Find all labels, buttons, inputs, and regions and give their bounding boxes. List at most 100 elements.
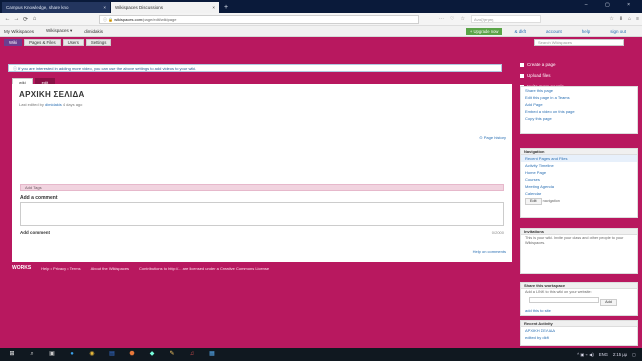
- create-page-action[interactable]: Create a page: [520, 62, 638, 67]
- edit-navigation-button[interactable]: Edit: [525, 198, 542, 205]
- bookmark-icon[interactable]: ♡: [450, 16, 454, 22]
- download-icon[interactable]: ⬇: [619, 16, 623, 22]
- wiki-name-link[interactable]: dimidakis: [84, 29, 103, 34]
- wiki-search-input[interactable]: Search Wikispaces: [534, 39, 624, 46]
- nav-item[interactable]: Courses: [521, 176, 637, 183]
- star-icon[interactable]: ☆: [460, 16, 464, 22]
- notifications-icon[interactable]: ▢: [632, 352, 636, 357]
- system-tray: ^ ▣ ⌁ ◀) ENG 2:15 μμ ▢: [577, 352, 636, 357]
- footer-link[interactable]: About the Wikispaces: [91, 266, 129, 271]
- comment-textarea[interactable]: [20, 202, 504, 226]
- app-icon[interactable]: ◆: [146, 350, 158, 359]
- share-link[interactable]: add this to site: [521, 307, 637, 314]
- url-domain: wikispaces.com: [114, 16, 143, 22]
- browser-tab-label: Campus Knowledge, share kno: [6, 5, 69, 10]
- account-links: & dkft account help sign out: [514, 29, 638, 34]
- url-prefix: ⓘ 🔒: [103, 16, 115, 22]
- search-icon[interactable]: ⌕: [26, 350, 38, 359]
- share-add-button[interactable]: Add: [600, 299, 617, 306]
- window-controls[interactable]: – ▢ ×: [585, 2, 638, 8]
- navigation-panel: Navigation Recent Pages and Files Activi…: [520, 148, 638, 218]
- comment-help-link[interactable]: Help on comments: [473, 249, 506, 254]
- tab-users[interactable]: Users: [62, 39, 84, 46]
- start-icon[interactable]: ⊞: [6, 350, 18, 359]
- my-wikispaces-link[interactable]: My Wikispaces: [4, 29, 34, 34]
- nav-item[interactable]: Recent Pages and Files: [521, 155, 637, 162]
- browser-nav-bar: ← → ⟳ ⌂ ⓘ 🔒 wikispaces.com/page/edit/wik…: [0, 13, 642, 26]
- chrome-icon[interactable]: ◉: [86, 350, 98, 359]
- page-tool[interactable]: Share this page: [521, 87, 637, 94]
- share-row: Add: [521, 296, 637, 307]
- upload-files-action[interactable]: Upload files: [520, 73, 638, 78]
- tab-pages-files[interactable]: Pages & Files: [24, 39, 61, 46]
- page-tool[interactable]: Edit this page in a Teams: [521, 94, 637, 101]
- tray-icons[interactable]: ^ ▣ ⌁ ◀): [577, 352, 594, 357]
- browser-tab-bar: Campus Knowledge, share kno × Wikispaces…: [0, 0, 642, 13]
- recent-item[interactable]: ΑΡΧΙΚΗ ΣΕΛΙΔΑ: [521, 327, 637, 334]
- share-input[interactable]: [529, 297, 599, 303]
- os-taskbar: ⊞ ⌕ ▣ ● ◉ ▤ ⬣ ◆ ✎ ♫ ▦ ^ ▣ ⌁ ◀) ENG 2:15 …: [0, 348, 642, 361]
- author-link[interactable]: dimidakis: [45, 102, 62, 107]
- share-text: Add a LINK to this wiki on your website:: [525, 290, 592, 294]
- nav-edit-hint: navigation: [542, 199, 560, 203]
- tags-label: Add Tags: [25, 185, 42, 190]
- info-notice: ⓘ If you are interested in adding more v…: [8, 64, 502, 72]
- nav-edit-row: Edit navigation: [521, 197, 637, 206]
- clock[interactable]: 2:15 μμ: [613, 352, 627, 357]
- close-icon[interactable]: ×: [212, 2, 215, 13]
- nav-item[interactable]: Home Page: [521, 169, 637, 176]
- footer-brand: WORKS: [12, 265, 32, 271]
- edge-icon[interactable]: ●: [66, 350, 78, 359]
- page-tool[interactable]: Copy this page: [521, 115, 637, 122]
- page-icon: [520, 62, 524, 67]
- browser-search-input[interactable]: Αναζήτηση: [470, 15, 541, 23]
- home-icon[interactable]: ⌂: [628, 16, 631, 22]
- recent-item[interactable]: edited by dkft: [521, 334, 637, 341]
- forward-icon[interactable]: →: [12, 16, 21, 22]
- tab-settings[interactable]: Settings: [85, 39, 112, 46]
- store-icon[interactable]: ▦: [206, 350, 218, 359]
- tab-wiki[interactable]: Wiki: [4, 39, 23, 46]
- close-icon[interactable]: ×: [103, 2, 106, 13]
- firefox-icon[interactable]: ⬣: [126, 350, 138, 359]
- home-icon[interactable]: ⌂: [30, 16, 39, 22]
- explorer-icon[interactable]: ▤: [106, 350, 118, 359]
- footer-license[interactable]: Contributions to http://... are licensed…: [139, 266, 269, 271]
- upgrade-button[interactable]: + Upgrade now: [465, 27, 503, 35]
- meta-prefix: Last edited by: [19, 102, 46, 107]
- library-icon[interactable]: ☆: [609, 16, 613, 22]
- add-comment-button[interactable]: Add comment: [20, 230, 50, 235]
- music-icon[interactable]: ♫: [186, 350, 198, 359]
- browser-tab-label: Wikispaces Discussions: [115, 5, 164, 10]
- screen: Campus Knowledge, share kno × Wikispaces…: [0, 0, 642, 361]
- browser-tab-2[interactable]: Wikispaces Discussions ×: [111, 2, 219, 13]
- nav-item[interactable]: Meeting Agenda: [521, 183, 637, 190]
- invite-text: This is your wiki. Invite your class and…: [525, 236, 624, 245]
- sign-out-link[interactable]: sign out: [610, 29, 626, 34]
- address-bar[interactable]: ⓘ 🔒 wikispaces.com/page/edit/wikipage: [99, 14, 419, 24]
- help-link[interactable]: help: [582, 29, 591, 34]
- new-tab-button[interactable]: +: [220, 2, 232, 13]
- page-tools-panel: Share this page Edit this page in a Team…: [520, 86, 638, 134]
- account-link[interactable]: account: [546, 29, 562, 34]
- page-tool[interactable]: Add Page: [521, 101, 637, 108]
- back-icon[interactable]: ←: [3, 16, 12, 22]
- menu-icon[interactable]: ≡: [636, 16, 639, 22]
- reload-icon[interactable]: ⟳: [21, 16, 30, 23]
- nav-item[interactable]: Calendar: [521, 190, 637, 197]
- footer-link[interactable]: Help • Privacy • Terms: [41, 266, 80, 271]
- page-content: ΑΡΧΙΚΗ ΣΕΛΙΔΑ Last edited by dimidakis 4…: [12, 84, 512, 262]
- char-counter: 0/2000: [491, 230, 504, 235]
- task-view-icon[interactable]: ▣: [46, 350, 58, 359]
- wikispaces-menu[interactable]: Wikispaces ▾: [46, 28, 72, 34]
- language-indicator[interactable]: ENG: [599, 352, 608, 357]
- page-tool[interactable]: Embed a video on this page: [521, 108, 637, 115]
- page-history-link[interactable]: ⊙ Page history: [479, 135, 506, 140]
- browser-tab-1[interactable]: Campus Knowledge, share kno ×: [2, 2, 110, 13]
- tags-bar[interactable]: Add Tags: [20, 184, 504, 191]
- reader-icon[interactable]: ⋯: [439, 16, 444, 22]
- paint-icon[interactable]: ✎: [166, 350, 178, 359]
- nav-item[interactable]: Activity Timeline: [521, 162, 637, 169]
- add-comment-heading: Add a comment: [20, 195, 58, 201]
- user-link[interactable]: & dkft: [514, 29, 526, 34]
